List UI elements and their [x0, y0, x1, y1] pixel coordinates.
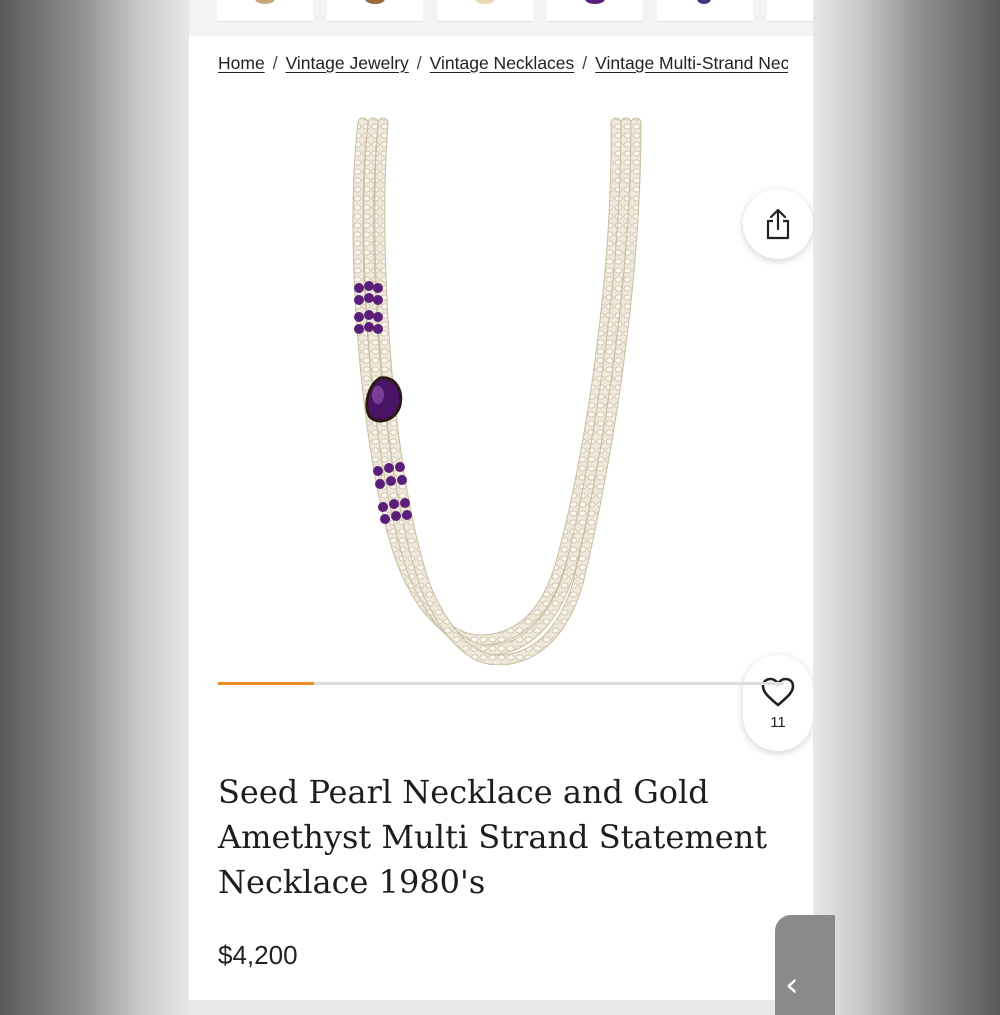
breadcrumb: Home / Vintage Jewelry / Vintage Necklaces / V… — [218, 53, 788, 74]
share-button[interactable] — [743, 189, 813, 259]
product-image-gallery[interactable]: 11 — [218, 95, 813, 751]
thumbnail-strip — [189, 0, 813, 36]
thumbnail[interactable] — [657, 0, 753, 22]
thumbnail[interactable] — [217, 0, 313, 22]
breadcrumb-link-vintage-necklaces[interactable]: Vintage Necklaces — [430, 53, 575, 73]
breadcrumb-link-vintage-multi-strand[interactable]: Vintage Multi-Strand Necklaces — [595, 53, 788, 73]
mobile-page: Home / Vintage Jewelry / Vintage Necklaces / V… — [189, 0, 813, 1000]
product-price: $4,200 — [218, 940, 298, 970]
breadcrumb-link-vintage-jewelry[interactable]: Vintage Jewelry — [286, 53, 409, 73]
breadcrumb-separator: / — [582, 53, 588, 73]
product-title: Seed Pearl Necklace and Gold Amethyst Mu… — [218, 773, 768, 901]
breadcrumb-separator: / — [416, 53, 422, 73]
favorite-count: 11 — [770, 713, 786, 731]
gallery-progress-fill — [218, 682, 315, 685]
gallery-progress-bar — [218, 682, 784, 685]
thumbnail[interactable] — [437, 0, 533, 22]
share-icon — [766, 208, 790, 240]
thumbnail[interactable] — [327, 0, 423, 22]
chevron-left-icon: ‹ — [785, 965, 799, 1005]
breadcrumb-separator: / — [272, 53, 278, 73]
breadcrumb-link-home[interactable]: Home — [218, 53, 265, 73]
product-image — [352, 117, 642, 666]
thumbnail[interactable] — [767, 0, 813, 22]
favorite-button[interactable]: 11 — [743, 655, 813, 751]
heart-icon — [761, 677, 795, 706]
thumbnail[interactable] — [547, 0, 643, 22]
side-drawer-tab[interactable]: ‹ — [775, 915, 835, 1015]
